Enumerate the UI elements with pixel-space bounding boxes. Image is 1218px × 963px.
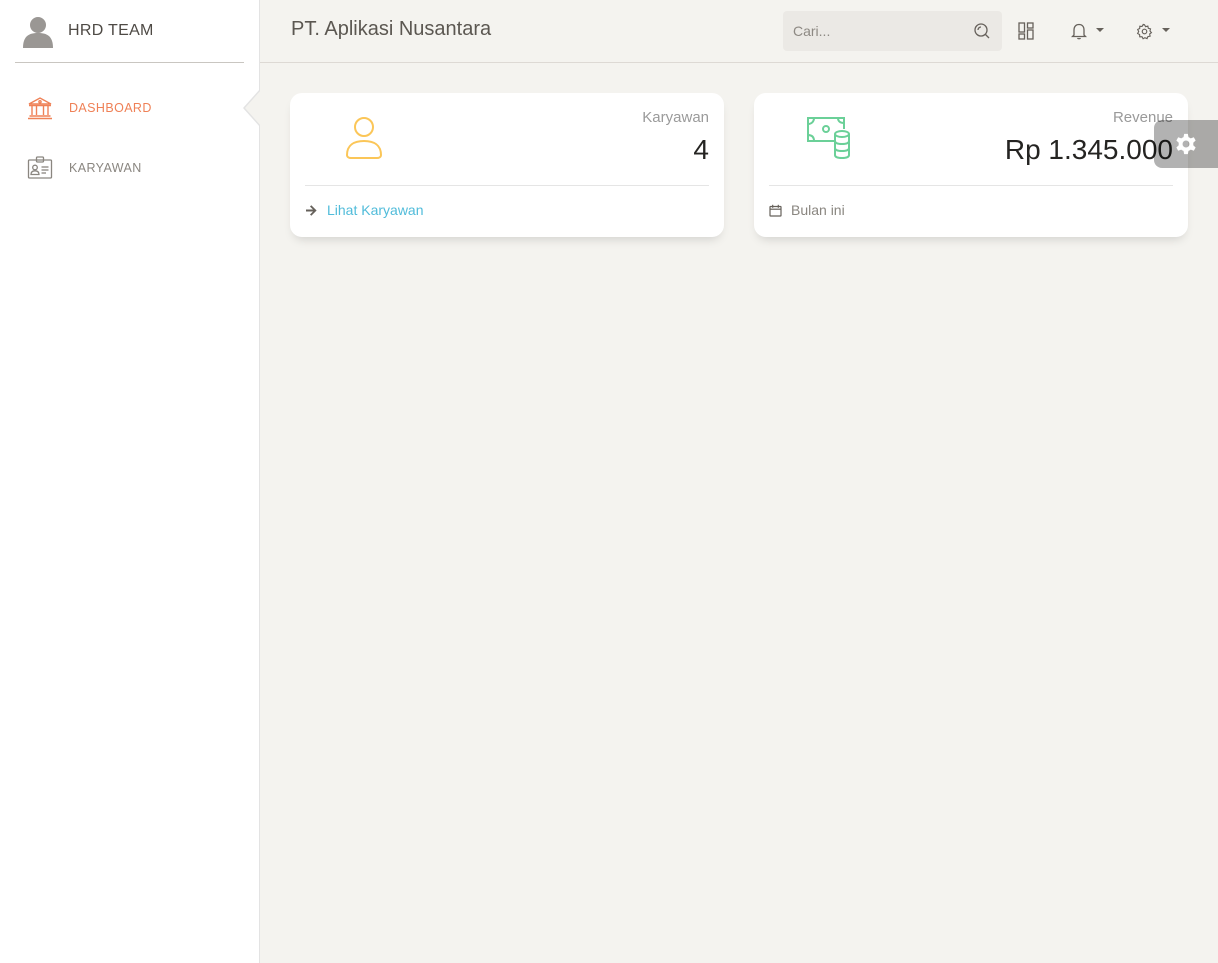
card-category: Karyawan (642, 109, 709, 126)
layout-button[interactable] (1018, 20, 1034, 42)
sidebar-item-karyawan[interactable]: KARYAWAN (0, 138, 260, 198)
arrow-right-icon (306, 204, 317, 216)
sidebar-brand[interactable]: HRD TEAM (15, 0, 244, 63)
sidebar-item-dashboard[interactable]: DASHBOARD (0, 78, 261, 138)
card-divider (305, 185, 709, 186)
chevron-down-icon (1096, 27, 1104, 32)
stat-card-karyawan: Karyawan 4 Lihat Karyawan (290, 93, 724, 237)
search-box (783, 11, 1002, 51)
bell-icon (1071, 23, 1087, 40)
active-indicator (245, 90, 261, 126)
view-employees-link[interactable]: Lihat Karyawan (327, 202, 424, 218)
card-value: Rp 1.345.000 (1004, 134, 1173, 165)
gear-icon (1176, 133, 1196, 155)
card-value: 4 (693, 134, 709, 165)
bank-icon (28, 97, 52, 120)
gear-icon (1136, 23, 1153, 39)
search-input[interactable] (783, 23, 963, 39)
theme-settings-toggle[interactable] (1154, 120, 1218, 168)
search-icon[interactable] (973, 22, 991, 40)
stat-card-revenue: Revenue Rp 1.345.000 Bulan ini (754, 93, 1188, 237)
settings-dropdown[interactable] (1136, 20, 1170, 42)
sidebar-item-label: DASHBOARD (69, 101, 152, 115)
sidebar-item-label: KARYAWAN (69, 161, 142, 175)
sidebar-nav: DASHBOARD KARYAWAN (0, 78, 261, 198)
layout-grid-icon (1018, 22, 1034, 40)
id-badge-icon (27, 156, 53, 179)
user-icon (345, 117, 383, 159)
page-title[interactable]: PT. Aplikasi Nusantara (291, 18, 491, 41)
calendar-icon (769, 204, 782, 217)
card-divider (769, 185, 1173, 186)
notifications-dropdown[interactable] (1071, 20, 1104, 42)
sidebar: HRD TEAM DASHBOARD KARYAWAN (0, 0, 261, 963)
card-footer: Bulan ini (769, 202, 845, 218)
chevron-down-icon (1162, 27, 1170, 32)
period-label: Bulan ini (791, 202, 845, 218)
brand-title: HRD TEAM (68, 22, 154, 39)
card-footer[interactable]: Lihat Karyawan (305, 202, 424, 218)
money-coins-icon (807, 117, 850, 160)
top-navbar: PT. Aplikasi Nusantara (260, 0, 1218, 63)
user-avatar-icon (23, 17, 53, 48)
